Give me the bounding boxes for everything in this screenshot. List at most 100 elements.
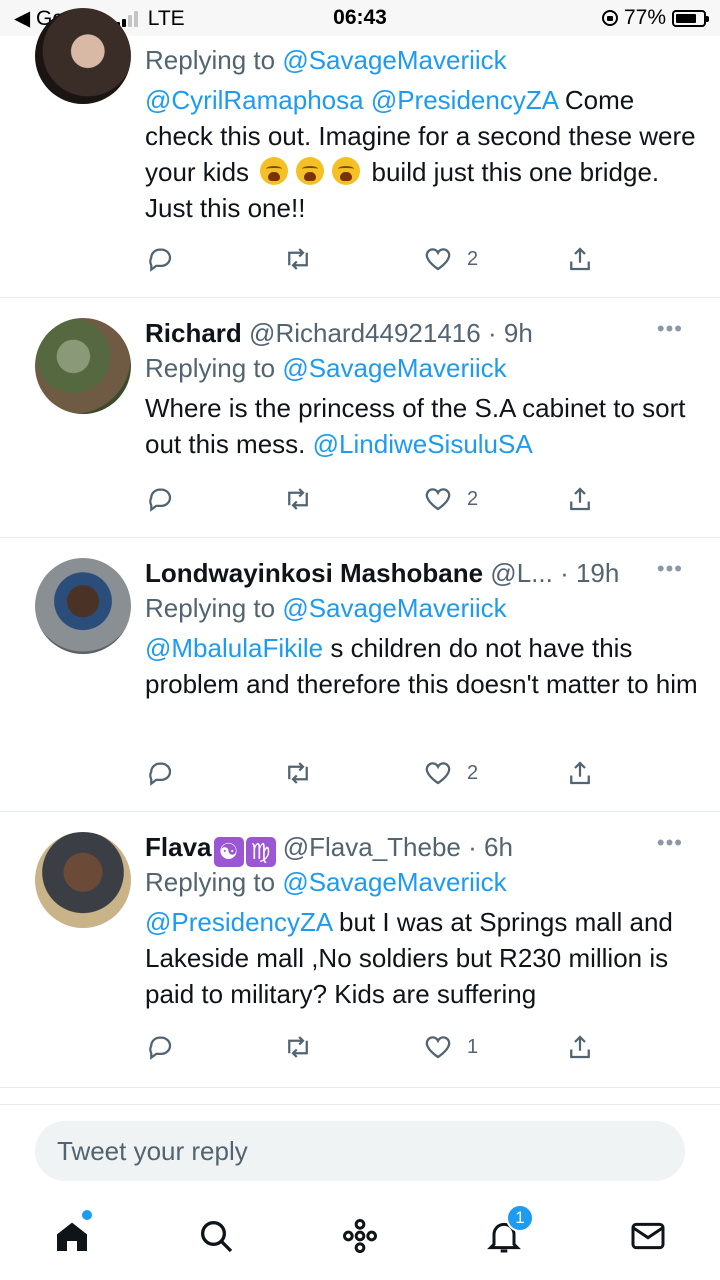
- share-icon: [570, 761, 590, 785]
- tweet-text: @MbalulaFikile s children do not have th…: [145, 633, 698, 699]
- replying-to-line: Replying to @SavageMaveriick: [145, 593, 507, 623]
- tweet-time[interactable]: 19h: [576, 558, 619, 588]
- reply-icon: [149, 1036, 172, 1060]
- tweet-text: @CyrilRamaphosa @PresidencyZA Come check…: [145, 85, 696, 223]
- avatar[interactable]: [35, 558, 131, 654]
- bottom-nav: 1: [0, 1200, 720, 1280]
- tweet-reply[interactable]: Londwayinkosi Mashobane @L... · 19h ••• …: [0, 538, 720, 812]
- avatar[interactable]: [35, 832, 131, 928]
- nav-notifications[interactable]: 1: [484, 1204, 534, 1260]
- like-count: 2: [467, 247, 479, 270]
- retweet-icon: [288, 1036, 308, 1058]
- replying-to-mention[interactable]: @SavageMaveriick: [282, 867, 506, 897]
- retweet-icon: [288, 762, 308, 784]
- reply-button[interactable]: [145, 244, 175, 274]
- like-count: 2: [467, 487, 479, 510]
- notifications-badge: 1: [506, 1204, 534, 1232]
- orientation-lock-icon: [601, 10, 618, 26]
- reply-button[interactable]: [145, 758, 175, 788]
- search-icon: [201, 1221, 233, 1253]
- share-button[interactable]: [565, 758, 595, 788]
- tweet-actions: 1: [145, 1032, 605, 1064]
- tweet-text: @PresidencyZA but I was at Springs mall …: [145, 907, 673, 1009]
- reply-button[interactable]: [145, 1032, 175, 1062]
- tweet-text: Where is the princess of the S.A cabinet…: [145, 393, 686, 459]
- tweet-actions: 2: [145, 758, 605, 790]
- mention-link[interactable]: @MbalulaFikile: [145, 633, 323, 663]
- like-count: 1: [467, 1035, 479, 1058]
- retweet-button[interactable]: [283, 1032, 313, 1062]
- like-button[interactable]: 2: [423, 758, 478, 788]
- replying-to-line: Replying to @SavageMaveriick: [145, 867, 507, 897]
- like-button[interactable]: 2: [423, 484, 478, 514]
- share-button[interactable]: [565, 484, 595, 514]
- divider: [0, 1104, 720, 1105]
- messages-icon: [631, 1222, 665, 1250]
- like-count: 2: [467, 761, 479, 784]
- nav-home[interactable]: [52, 1210, 96, 1260]
- tweet-header: Londwayinkosi Mashobane @L... · 19h •••: [145, 556, 705, 590]
- replying-to-line: Replying to @SavageMaveriick: [145, 45, 507, 75]
- tweet-reply[interactable]: Richard @Richard44921416 · 9h ••• Replyi…: [0, 298, 720, 538]
- more-options-icon[interactable]: •••: [657, 826, 683, 860]
- more-options-icon[interactable]: •••: [657, 552, 683, 586]
- tweet-reply[interactable]: Replying to @SavageMaveriick @CyrilRamap…: [0, 8, 720, 298]
- tweet-header: Richard @Richard44921416 · 9h •••: [145, 316, 705, 350]
- reply-icon: [149, 762, 172, 786]
- heart-icon: [425, 1036, 451, 1059]
- reply-button[interactable]: [145, 484, 175, 514]
- retweet-button[interactable]: [283, 758, 313, 788]
- replying-to-line: Replying to @SavageMaveriick: [145, 353, 507, 383]
- unread-dot: [82, 1210, 92, 1220]
- tweet-actions: 2: [145, 484, 605, 516]
- battery-icon: [672, 9, 709, 27]
- user-handle[interactable]: @Flava_Thebe: [283, 832, 461, 862]
- spaces-icon: [343, 1219, 378, 1254]
- more-options-icon[interactable]: •••: [657, 312, 683, 346]
- share-button[interactable]: [565, 244, 595, 274]
- avatar[interactable]: [35, 8, 131, 104]
- mention-link[interactable]: @PresidencyZA: [371, 85, 558, 115]
- nav-messages[interactable]: [628, 1216, 672, 1260]
- heart-icon: [425, 762, 451, 785]
- share-button[interactable]: [565, 1032, 595, 1062]
- user-handle[interactable]: @L...: [490, 558, 553, 588]
- replying-to-mention[interactable]: @SavageMaveriick: [282, 353, 506, 383]
- tweet-time[interactable]: 9h: [504, 318, 533, 348]
- nav-search[interactable]: [196, 1216, 240, 1260]
- display-name[interactable]: Londwayinkosi Mashobane: [145, 558, 483, 588]
- reply-icon: [149, 248, 172, 272]
- avatar[interactable]: [35, 318, 131, 414]
- user-handle[interactable]: @Richard44921416: [249, 318, 481, 348]
- reply-icon: [149, 488, 172, 512]
- retweet-button[interactable]: [283, 244, 313, 274]
- crying-face-emoji-icon: [296, 157, 325, 185]
- tweet-time[interactable]: 6h: [484, 832, 513, 862]
- tweet-actions: 2: [145, 244, 605, 276]
- yin-yang-emoji-icon: ☯: [213, 837, 244, 867]
- share-icon: [570, 1035, 590, 1059]
- tweet-reply[interactable]: Flava ☯ ♍ @Flava_Thebe · 6h ••• Replying t…: [0, 812, 720, 1088]
- replying-to-mention[interactable]: @SavageMaveriick: [282, 45, 506, 75]
- like-button[interactable]: 1: [423, 1032, 478, 1062]
- virgo-emoji-icon: ♍: [245, 837, 276, 867]
- display-name[interactable]: Flava: [145, 832, 212, 862]
- share-icon: [570, 487, 590, 511]
- retweet-button[interactable]: [283, 484, 313, 514]
- replying-to-mention[interactable]: @SavageMaveriick: [282, 593, 506, 623]
- battery-percent: 77%: [623, 6, 666, 29]
- like-button[interactable]: 2: [423, 244, 478, 274]
- status-right: 77%: [601, 6, 709, 30]
- crying-face-emoji-icon: [332, 157, 361, 185]
- mention-link[interactable]: @PresidencyZA: [145, 907, 332, 937]
- crying-face-emoji-icon: [260, 157, 289, 185]
- nav-spaces[interactable]: [340, 1216, 384, 1260]
- share-icon: [570, 247, 590, 271]
- retweet-icon: [288, 248, 308, 270]
- tweet-reply-input[interactable]: Tweet your reply: [35, 1121, 685, 1181]
- mention-link[interactable]: @LindiweSisuluSA: [313, 429, 533, 459]
- mention-link[interactable]: @CyrilRamaphosa: [145, 85, 364, 115]
- display-name[interactable]: Richard: [145, 318, 242, 348]
- tweet-header: Flava ☯ ♍ @Flava_Thebe · 6h •••: [145, 830, 705, 867]
- heart-icon: [425, 248, 451, 271]
